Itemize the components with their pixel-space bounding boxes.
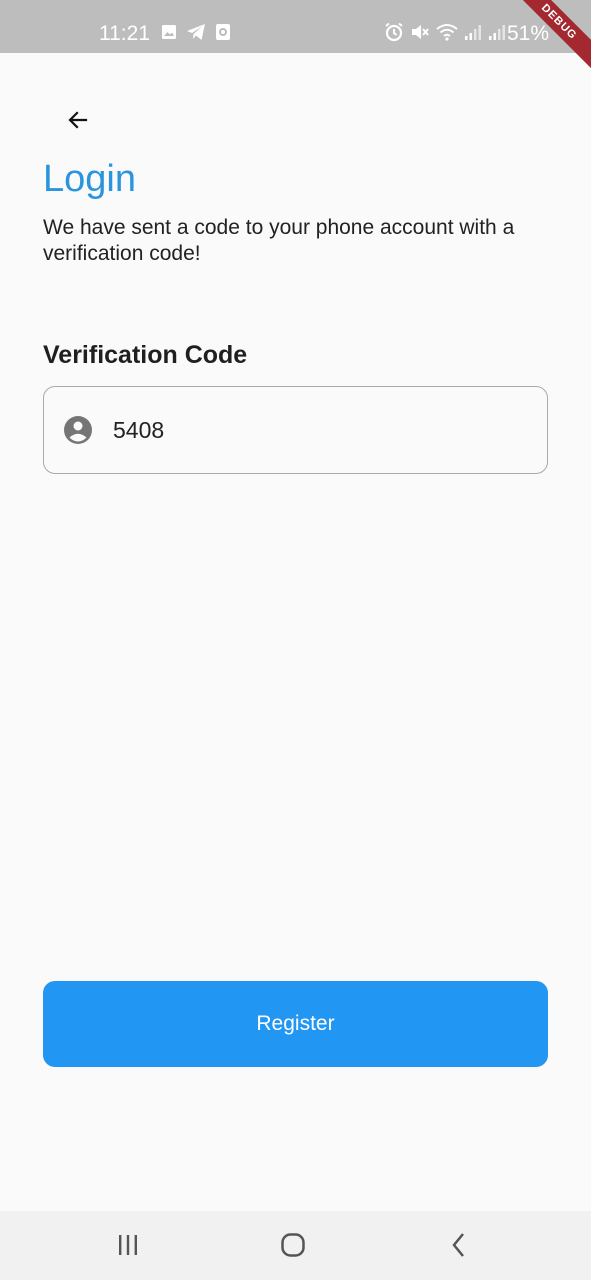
recent-apps-button[interactable] [108, 1231, 148, 1263]
telegram-icon [186, 23, 206, 46]
navigation-bar [0, 1211, 591, 1280]
subtitle-text: We have sent a code to your phone accoun… [43, 216, 515, 265]
account-circle-icon [63, 415, 93, 445]
app-notification-icon [215, 23, 231, 46]
back-button[interactable] [56, 100, 100, 144]
page-title: Login [43, 158, 136, 200]
signal-icon [488, 23, 506, 46]
image-icon [161, 24, 177, 45]
wifi-icon [436, 23, 458, 46]
back-icon [449, 1232, 469, 1263]
recent-apps-icon [116, 1234, 140, 1261]
signal-icon [464, 23, 482, 46]
verification-code-label: Verification Code [43, 341, 248, 369]
verification-code-field[interactable] [43, 386, 548, 474]
alarm-icon [384, 22, 404, 47]
back-nav-button[interactable] [439, 1231, 479, 1263]
home-button[interactable] [273, 1231, 313, 1263]
register-button[interactable]: Register [43, 981, 548, 1067]
arrow-left-icon [66, 108, 90, 137]
status-bar: 11:21 51% DEBUG [0, 0, 591, 72]
status-time: 11:21 [99, 22, 150, 45]
status-left-icons [161, 23, 231, 46]
status-right-icons [384, 22, 506, 47]
app-screen: 11:21 51% DEBUG Login We have sent a cod… [0, 0, 591, 1280]
mute-icon [410, 22, 430, 47]
home-icon [280, 1232, 306, 1263]
verification-code-input[interactable] [113, 411, 533, 449]
battery-percent: 51% [507, 22, 550, 45]
